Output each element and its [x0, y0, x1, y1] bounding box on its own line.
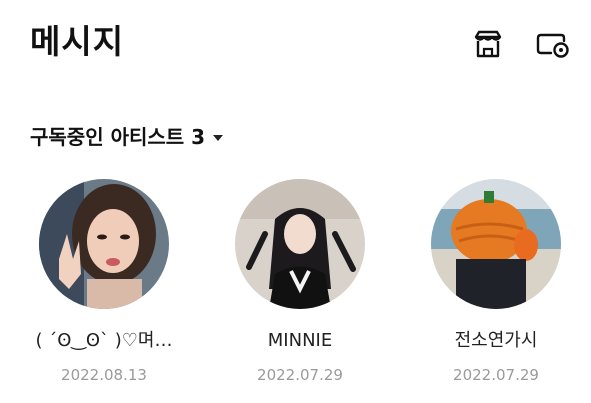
artist-name: ( ´ʘ‿ʘ` )♡며…: [35, 330, 173, 351]
artist-name: 전소연가시: [454, 330, 538, 351]
chat-settings-icon: [536, 33, 569, 58]
avatar[interactable]: [235, 179, 365, 309]
avatar[interactable]: [39, 179, 169, 309]
caret-down-icon: [213, 135, 224, 141]
artist-item[interactable]: ( ´ʘ‿ʘ` )♡며… 2022.08.13: [9, 179, 199, 385]
subscribed-artists-dropdown[interactable]: 구독중인 아티스트 3: [30, 122, 224, 152]
store-icon: [474, 30, 502, 58]
chat-settings-button[interactable]: [535, 26, 571, 62]
subscribed-artists-label: 구독중인 아티스트 3: [30, 125, 206, 149]
subscription-date: 2022.07.29: [453, 366, 539, 384]
subscription-date: 2022.07.29: [257, 366, 343, 384]
subscription-date: 2022.08.13: [61, 366, 147, 384]
avatar[interactable]: [431, 179, 561, 309]
artist-item[interactable]: MINNIE 2022.07.29: [205, 179, 395, 385]
store-button[interactable]: [470, 26, 506, 62]
page-title: 메시지: [30, 22, 125, 61]
artist-name: MINNIE: [267, 330, 333, 351]
artist-item[interactable]: 전소연가시 2022.07.29: [401, 179, 591, 385]
